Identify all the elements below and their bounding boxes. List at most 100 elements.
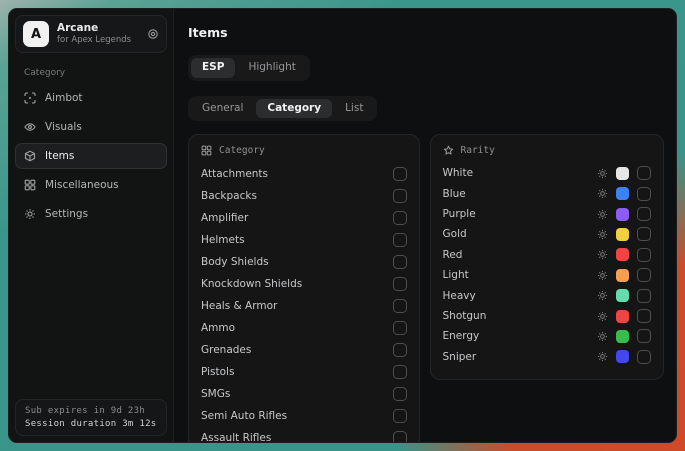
category-row-label: Pistols	[201, 366, 234, 378]
category-checkbox[interactable]	[393, 387, 407, 401]
category-checkbox[interactable]	[393, 343, 407, 357]
rarity-list: WhiteBluePurpleGoldRedLightHeavyShotgunE…	[443, 163, 651, 367]
tab-general[interactable]: General	[191, 99, 254, 119]
mode-highlight[interactable]: Highlight	[237, 58, 306, 78]
rarity-color-swatch[interactable]	[616, 310, 629, 323]
main-content: Items ESPHighlight GeneralCategoryList C…	[174, 9, 676, 442]
category-checkbox[interactable]	[393, 365, 407, 379]
rarity-checkbox[interactable]	[637, 207, 651, 221]
rarity-checkbox[interactable]	[637, 187, 651, 201]
category-row-label: Body Shields	[201, 256, 269, 268]
category-row: SMGs	[201, 383, 407, 405]
app-logo: A	[23, 21, 49, 47]
category-row-label: Attachments	[201, 168, 268, 180]
rarity-checkbox[interactable]	[637, 309, 651, 323]
rarity-color-swatch[interactable]	[616, 269, 629, 282]
category-row: Helmets	[201, 229, 407, 251]
category-row: Grenades	[201, 339, 407, 361]
sidebar-item-label: Visuals	[45, 121, 82, 133]
crosshair-icon	[24, 92, 36, 104]
category-checkbox[interactable]	[393, 431, 407, 442]
panels-row: Category AttachmentsBackpacksAmplifierHe…	[188, 134, 664, 442]
color-settings-gear-icon[interactable]	[597, 188, 608, 199]
category-checkbox[interactable]	[393, 277, 407, 291]
rarity-row-label: Purple	[443, 208, 476, 220]
category-row-label: Helmets	[201, 234, 245, 246]
category-checkbox[interactable]	[393, 189, 407, 203]
rarity-color-swatch[interactable]	[616, 248, 629, 261]
category-row: Heals & Armor	[201, 295, 407, 317]
category-row: Assault Rifles	[201, 427, 407, 442]
category-list: AttachmentsBackpacksAmplifierHelmetsBody…	[201, 163, 407, 442]
tab-category[interactable]: Category	[256, 99, 332, 119]
category-row: Body Shields	[201, 251, 407, 273]
category-row-label: Heals & Armor	[201, 300, 277, 312]
rarity-panel: Rarity WhiteBluePurpleGoldRedLightHeavyS…	[430, 134, 664, 380]
sidebar-item-aimbot[interactable]: Aimbot	[15, 85, 167, 111]
tabs: GeneralCategoryList	[188, 96, 377, 122]
rarity-row: Sniper	[443, 347, 651, 367]
rarity-color-swatch[interactable]	[616, 167, 629, 180]
target-icon[interactable]	[147, 28, 159, 40]
color-settings-gear-icon[interactable]	[597, 290, 608, 301]
color-settings-gear-icon[interactable]	[597, 351, 608, 362]
category-checkbox[interactable]	[393, 299, 407, 313]
category-row: Knockdown Shields	[201, 273, 407, 295]
rarity-color-swatch[interactable]	[616, 228, 629, 241]
category-checkbox[interactable]	[393, 255, 407, 269]
color-settings-gear-icon[interactable]	[597, 270, 608, 281]
rarity-checkbox[interactable]	[637, 227, 651, 241]
rarity-color-swatch[interactable]	[616, 330, 629, 343]
category-row: Ammo	[201, 317, 407, 339]
color-settings-gear-icon[interactable]	[597, 331, 608, 342]
eye-icon	[24, 121, 36, 133]
category-row-label: Assault Rifles	[201, 432, 271, 442]
rarity-color-swatch[interactable]	[616, 289, 629, 302]
mode-esp[interactable]: ESP	[191, 58, 235, 78]
color-settings-gear-icon[interactable]	[597, 229, 608, 240]
sidebar: A Arcane for Apex Legends Category Aimbo…	[9, 9, 174, 442]
category-row-label: Semi Auto Rifles	[201, 410, 287, 422]
rarity-color-swatch[interactable]	[616, 350, 629, 363]
category-checkbox[interactable]	[393, 321, 407, 335]
category-row: Amplifier	[201, 207, 407, 229]
rarity-checkbox[interactable]	[637, 329, 651, 343]
rarity-checkbox[interactable]	[637, 268, 651, 282]
rarity-row: Energy	[443, 326, 651, 346]
sidebar-item-items[interactable]: Items	[15, 143, 167, 169]
color-settings-gear-icon[interactable]	[597, 311, 608, 322]
rarity-color-swatch[interactable]	[616, 187, 629, 200]
category-row: Pistols	[201, 361, 407, 383]
mode-toggle: ESPHighlight	[188, 55, 310, 81]
star-icon	[443, 145, 454, 156]
sidebar-item-visuals[interactable]: Visuals	[15, 114, 167, 140]
color-settings-gear-icon[interactable]	[597, 249, 608, 260]
rarity-panel-title: Rarity	[461, 145, 495, 156]
app-subtitle: for Apex Legends	[57, 35, 131, 46]
color-settings-gear-icon[interactable]	[597, 209, 608, 220]
grid-icon	[24, 179, 36, 191]
color-settings-gear-icon[interactable]	[597, 168, 608, 179]
rarity-color-swatch[interactable]	[616, 208, 629, 221]
app-header: A Arcane for Apex Legends	[15, 15, 167, 53]
rarity-row-label: Red	[443, 249, 463, 261]
category-checkbox[interactable]	[393, 233, 407, 247]
category-panel: Category AttachmentsBackpacksAmplifierHe…	[188, 134, 420, 442]
rarity-checkbox[interactable]	[637, 289, 651, 303]
category-checkbox[interactable]	[393, 409, 407, 423]
subscription-info: Sub expires in 9d 23h Session duration 3…	[15, 399, 167, 436]
rarity-row-label: Sniper	[443, 351, 477, 363]
rarity-checkbox[interactable]	[637, 166, 651, 180]
sidebar-item-label: Aimbot	[45, 92, 83, 104]
sidebar-item-miscellaneous[interactable]: Miscellaneous	[15, 172, 167, 198]
sidebar-item-settings[interactable]: Settings	[15, 201, 167, 227]
rarity-row-label: Heavy	[443, 290, 476, 302]
gear-icon	[24, 208, 36, 220]
rarity-checkbox[interactable]	[637, 350, 651, 364]
category-grid-icon	[201, 145, 212, 156]
tab-list[interactable]: List	[334, 99, 374, 119]
sidebar-section-label: Category	[24, 68, 158, 78]
rarity-checkbox[interactable]	[637, 248, 651, 262]
category-checkbox[interactable]	[393, 211, 407, 225]
category-checkbox[interactable]	[393, 167, 407, 181]
